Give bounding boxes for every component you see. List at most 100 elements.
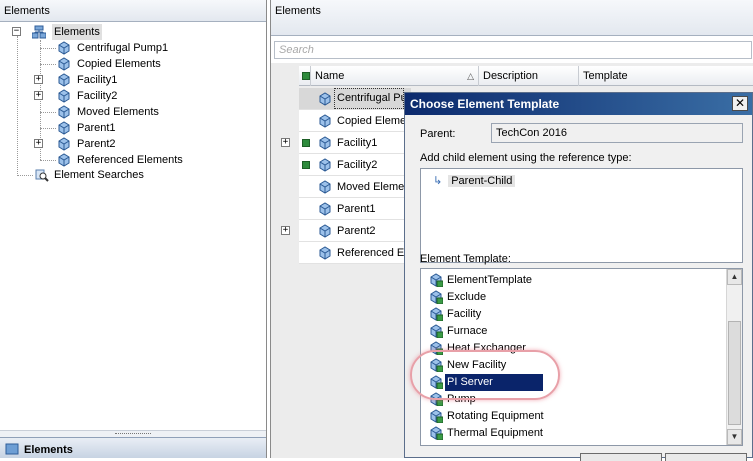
search-input[interactable]: Search xyxy=(274,41,752,59)
element-cube-icon xyxy=(58,41,70,55)
bottom-tab-label: Elements xyxy=(24,444,73,456)
element-template-icon xyxy=(430,273,443,287)
tree-line xyxy=(40,48,56,49)
element-cube-icon xyxy=(319,92,331,106)
table-row[interactable]: Copied Elemen xyxy=(299,110,411,132)
element-cube-icon xyxy=(58,89,70,103)
row-name: Parent2 xyxy=(337,225,376,237)
tree-item-root[interactable]: − Elements xyxy=(12,24,132,40)
collapse-icon[interactable]: − xyxy=(12,27,21,36)
table-row[interactable]: Moved Elemen xyxy=(299,176,411,198)
tree-line xyxy=(40,128,56,129)
reference-type-item[interactable]: ↳ Parent-Child xyxy=(433,173,516,189)
column-description[interactable]: Description xyxy=(479,66,579,86)
column-name[interactable]: Name △ xyxy=(311,66,479,86)
scroll-down-button[interactable]: ▼ xyxy=(727,429,742,445)
tree-item-label: Facility2 xyxy=(77,90,118,102)
table-row[interactable]: Parent1 xyxy=(299,198,411,220)
table-row[interactable]: Facility1 xyxy=(299,132,411,154)
right-pane-header: Elements xyxy=(271,0,753,36)
column-name-label: Name xyxy=(315,70,345,82)
column-description-label: Description xyxy=(483,70,539,82)
checkbox-icon xyxy=(302,72,310,80)
reference-type-label-text: Parent-Child xyxy=(448,175,516,187)
expand-icon[interactable]: + xyxy=(34,139,43,148)
element-template-label: Element Template: xyxy=(420,253,511,265)
expand-icon[interactable]: + xyxy=(34,91,43,100)
tree-root-label: Elements xyxy=(52,24,102,40)
tree-item-label: Copied Elements xyxy=(77,58,161,70)
column-template[interactable]: Template xyxy=(579,66,753,86)
row-name: Copied Elemen xyxy=(337,115,407,127)
element-cube-icon xyxy=(58,137,70,151)
grid-header: Name △ Description Template xyxy=(299,66,753,86)
navigator-tab-elements[interactable]: Elements xyxy=(0,437,266,458)
table-row[interactable]: Facility2 xyxy=(299,154,411,176)
ok-button[interactable] xyxy=(580,453,662,461)
element-cube-icon xyxy=(58,153,70,167)
tree-line xyxy=(17,175,33,176)
row-name: Referenced El xyxy=(337,247,407,259)
parent-label: Parent: xyxy=(420,128,456,140)
parent-field: TechCon 2016 xyxy=(491,123,743,143)
expand-icon[interactable]: + xyxy=(281,226,290,235)
template-list-scrollbar[interactable]: ▲ ▼ xyxy=(726,269,742,445)
tree-item[interactable]: Moved Elements xyxy=(40,104,240,120)
tree-item[interactable]: + Facility1 xyxy=(34,72,234,88)
element-cube-icon xyxy=(58,73,70,87)
reference-type-label: Add child element using the reference ty… xyxy=(420,152,632,164)
column-check[interactable] xyxy=(299,66,311,86)
element-template-icon xyxy=(430,324,443,338)
tree-item[interactable]: Centrifugal Pump1 xyxy=(40,40,240,56)
element-cube-icon xyxy=(319,136,331,150)
annotation-highlight-ring xyxy=(410,350,560,400)
element-template-icon xyxy=(430,409,443,423)
tree-line xyxy=(40,160,56,161)
table-row[interactable]: Centrifugal Pu xyxy=(299,88,411,110)
tree-item[interactable]: Copied Elements xyxy=(40,56,240,72)
left-pane: Elements − Elements Centrifugal Pump1 Co… xyxy=(0,0,267,458)
checked-icon xyxy=(302,139,310,147)
row-name: Moved Elemen xyxy=(337,181,407,193)
cancel-button[interactable] xyxy=(665,453,747,461)
reference-type-list[interactable]: ↳ Parent-Child xyxy=(420,168,743,263)
element-cube-icon xyxy=(319,224,331,238)
sort-ascending-icon: △ xyxy=(467,71,474,81)
search-magnifier-icon xyxy=(35,169,49,182)
scroll-thumb[interactable] xyxy=(728,321,741,425)
column-template-label: Template xyxy=(583,70,628,82)
table-row[interactable]: Referenced El xyxy=(299,242,411,264)
tree-item[interactable]: + Parent2 xyxy=(34,136,234,152)
checked-icon xyxy=(302,161,310,169)
table-row[interactable]: Parent2 xyxy=(299,220,411,242)
tree-item-label: Element Searches xyxy=(54,169,144,181)
tree-item-element-searches[interactable]: Element Searches xyxy=(33,167,233,183)
element-tree: − Elements Centrifugal Pump1 Copied Elem… xyxy=(0,22,266,430)
tree-item[interactable]: + Facility2 xyxy=(34,88,234,104)
close-button[interactable]: ✕ xyxy=(732,96,748,111)
tree-item-label: Centrifugal Pump1 xyxy=(77,42,169,54)
tree-line xyxy=(40,112,56,113)
expand-icon[interactable]: + xyxy=(281,138,290,147)
row-name: Facility1 xyxy=(337,137,378,149)
tree-item-label: Referenced Elements xyxy=(77,154,183,166)
template-name: Facility xyxy=(447,308,482,320)
element-template-icon xyxy=(430,290,443,304)
tree-item[interactable]: Parent1 xyxy=(40,120,240,136)
expand-icon[interactable]: + xyxy=(34,75,43,84)
left-pane-header: Elements xyxy=(0,0,266,22)
pane-splitter[interactable] xyxy=(0,430,266,437)
chevron-up-icon: ▲ xyxy=(730,272,739,281)
splitter-grip xyxy=(115,433,151,435)
elements-nav-icon xyxy=(5,443,19,455)
reference-arrow-icon: ↳ xyxy=(433,175,443,187)
template-name: Thermal Equipment xyxy=(447,427,543,439)
dialog-title-bar[interactable]: Choose Element Template ✕ xyxy=(405,93,752,115)
scroll-up-button[interactable]: ▲ xyxy=(727,269,742,285)
tree-item[interactable]: Referenced Elements xyxy=(40,152,240,168)
element-cube-icon xyxy=(58,121,70,135)
template-name: ElementTemplate xyxy=(447,274,532,286)
right-pane-title: Elements xyxy=(275,5,321,17)
close-icon: ✕ xyxy=(734,96,746,110)
element-cube-icon xyxy=(58,105,70,119)
